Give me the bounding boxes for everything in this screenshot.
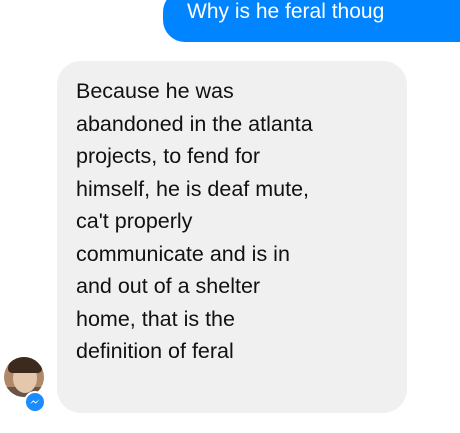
- incoming-message-line: and out of a shelter: [76, 274, 261, 298]
- incoming-message-line: himself, he is deaf mute,: [76, 176, 310, 201]
- incoming-message-line: ca't properly: [76, 209, 193, 233]
- messenger-icon: [24, 391, 46, 413]
- outgoing-message-bubble[interactable]: Why is he feral thoug: [163, 0, 460, 42]
- incoming-message-line: abandoned in the atlanta: [76, 111, 313, 136]
- chat-thread: Why is he feral thoug Because he was aba…: [0, 0, 460, 433]
- incoming-message-line: Because he was: [76, 79, 234, 103]
- incoming-message-line: communicate and is in: [76, 241, 290, 266]
- messenger-bolt-icon: [29, 399, 40, 405]
- avatar-hair: [8, 357, 42, 373]
- incoming-message-line: home, that is the: [76, 306, 235, 331]
- incoming-message-line: definition of feral: [76, 339, 234, 363]
- incoming-message-bubble[interactable]: Because he was abandoned in the atlanta …: [57, 61, 407, 413]
- outgoing-message-text: Why is he feral thoug: [187, 0, 385, 23]
- incoming-message-line: projects, to fend for: [76, 144, 261, 168]
